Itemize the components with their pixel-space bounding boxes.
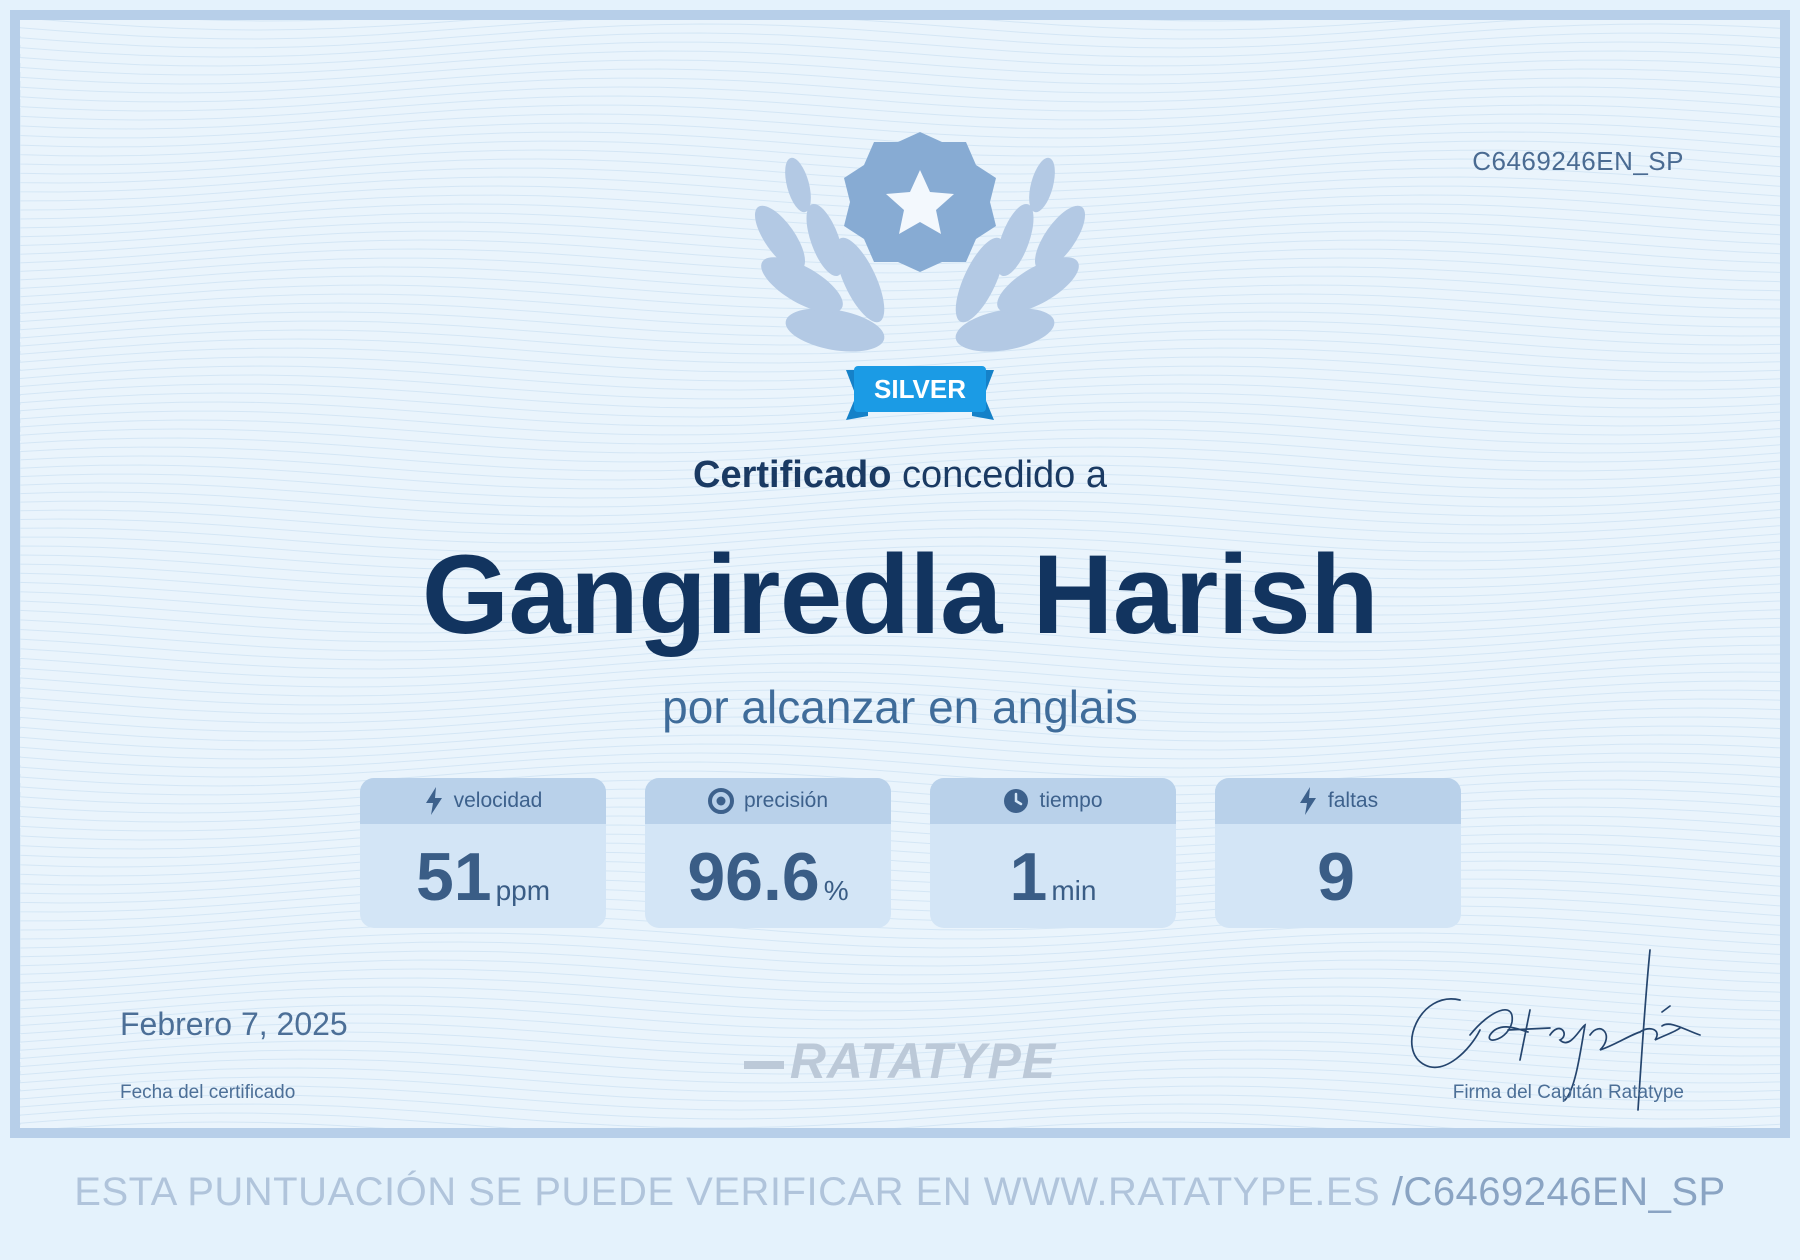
wave-line — [20, 23, 1780, 49]
title-rest: concedido a — [891, 454, 1107, 496]
certificate-code: C6469246EN_SP — [1472, 146, 1684, 176]
wave-line — [20, 869, 1780, 895]
certificate: C6469246EN_SP SILVER Certificado concedi… — [10, 10, 1790, 1138]
wave-line — [20, 878, 1780, 904]
wave-line — [20, 95, 1780, 121]
wave-line — [20, 86, 1780, 112]
badge-label: SILVER — [874, 374, 966, 404]
wave-line — [20, 815, 1780, 841]
recipient-name: Gangiredla Harish — [421, 532, 1379, 657]
wave-line — [20, 788, 1780, 814]
stat-label: faltas — [1327, 789, 1379, 812]
lightning-icon — [425, 787, 442, 815]
stat-value: 1 — [1009, 839, 1048, 915]
star-badge-icon — [844, 132, 996, 272]
wave-line — [20, 50, 1780, 76]
stat-label: velocidad — [453, 789, 543, 812]
stat-card-accuracy: precisión 96.6 % — [645, 778, 891, 928]
stat-value: 9 — [1317, 839, 1355, 915]
wave-line — [20, 860, 1780, 886]
wave-line — [20, 59, 1780, 85]
certificate-subtitle: por alcanzar en anglais — [662, 681, 1138, 733]
lightning-icon — [1299, 787, 1316, 815]
stat-unit: % — [823, 875, 849, 906]
laurel-emblem: SILVER — [754, 132, 1086, 420]
wave-line — [20, 824, 1780, 850]
stat-value: 51 — [415, 839, 492, 915]
stat-card-time: tiempo 1 min — [930, 778, 1176, 928]
certificate-title: Certificado concedido a — [20, 454, 1780, 497]
stat-label: tiempo — [1039, 789, 1103, 812]
footer-text: ESTA PUNTUACIÓN SE PUEDE VERIFICAR EN WW… — [74, 1170, 1392, 1214]
stat-unit: min — [1051, 875, 1097, 906]
wave-line — [20, 779, 1780, 805]
stat-unit: ppm — [495, 875, 551, 906]
stat-card-speed: velocidad 51 ppm — [360, 778, 606, 928]
signature-label: Firma del Capitán Ratatype — [1452, 1082, 1684, 1103]
wave-line — [20, 833, 1780, 859]
verification-footer: ESTA PUNTUACIÓN SE PUEDE VERIFICAR EN WW… — [0, 1170, 1800, 1215]
stat-value: 96.6 — [687, 839, 820, 915]
stat-label: precisión — [743, 789, 829, 812]
wave-line — [20, 842, 1780, 868]
footer-code: /C6469246EN_SP — [1391, 1170, 1726, 1214]
logo-dash-icon — [743, 1060, 784, 1069]
wave-line — [20, 734, 1780, 760]
target-icon — [707, 788, 734, 814]
wave-line — [20, 851, 1780, 877]
clock-icon — [1004, 789, 1029, 813]
logo-text: RATATYPE — [789, 1033, 1057, 1089]
wave-line — [20, 743, 1780, 769]
title-bold: Certificado — [693, 454, 892, 496]
stat-card-errors: faltas 9 — [1215, 778, 1461, 928]
